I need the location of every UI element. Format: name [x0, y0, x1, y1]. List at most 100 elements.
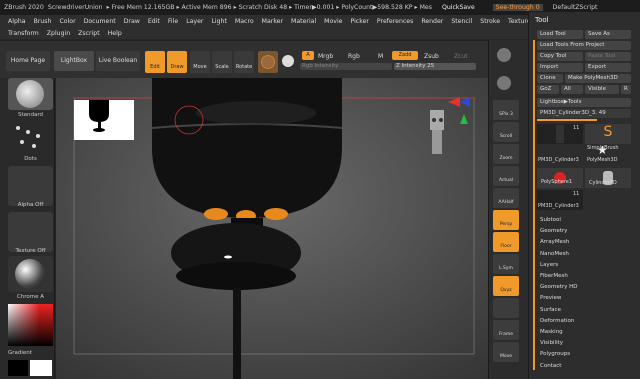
- goz-button[interactable]: GoZ: [537, 85, 559, 94]
- a-button[interactable]: A: [302, 51, 314, 60]
- menu-layer[interactable]: Layer: [186, 18, 203, 25]
- m-button[interactable]: M: [378, 53, 383, 60]
- panel-section-polygroups[interactable]: Polygroups: [540, 351, 570, 357]
- live-boolean-button[interactable]: Live Boolean: [96, 51, 140, 71]
- copy-tool-button[interactable]: Copy Tool: [537, 52, 583, 61]
- menu-alpha[interactable]: Alpha: [8, 18, 26, 25]
- focal-shift-icon[interactable]: [497, 48, 511, 62]
- tool-thumb-2[interactable]: [537, 168, 583, 188]
- all-button[interactable]: All: [561, 85, 583, 94]
- home-page-button[interactable]: Home Page: [6, 51, 50, 71]
- secondary-color-swatch[interactable]: [30, 360, 52, 376]
- menu-preferences[interactable]: Preferences: [377, 18, 413, 25]
- menu-render[interactable]: Render: [421, 18, 443, 25]
- texture-icon[interactable]: [282, 55, 294, 67]
- edit-button[interactable]: Edit: [145, 51, 165, 73]
- rotate-axis-button[interactable]: [493, 298, 519, 318]
- import-button[interactable]: Import: [537, 63, 583, 72]
- lightbox-button[interactable]: LightBox: [54, 51, 94, 71]
- dots-stroke-icon: [16, 126, 40, 148]
- menu-stroke[interactable]: Stroke: [480, 18, 500, 25]
- floor-button[interactable]: Floor: [493, 232, 519, 252]
- move-button[interactable]: Move: [190, 51, 210, 73]
- panel-section-arraymesh[interactable]: ArrayMesh: [540, 239, 569, 245]
- material-swatch[interactable]: [258, 51, 278, 73]
- export-button[interactable]: Export: [585, 63, 631, 72]
- zsub-button[interactable]: Zsub: [424, 53, 439, 60]
- color-picker[interactable]: [8, 304, 53, 346]
- panel-section-contact[interactable]: Contact: [540, 363, 561, 369]
- panel-section-geometry-hd[interactable]: Geometry HD: [540, 284, 578, 290]
- lsym-button[interactable]: L.Sym: [493, 254, 519, 274]
- panel-section-nanomesh[interactable]: NanoMesh: [540, 251, 569, 257]
- persp-button[interactable]: Persp: [493, 210, 519, 230]
- save-as-button[interactable]: Save As: [585, 30, 631, 39]
- viewport-canvas[interactable]: [56, 78, 488, 379]
- zadd-button[interactable]: Zadd: [392, 51, 418, 60]
- default-zscript-button[interactable]: DefaultZScript: [553, 4, 598, 11]
- rgb-button[interactable]: Rgb: [348, 53, 360, 60]
- qxyz-button[interactable]: Qxyz: [493, 276, 519, 296]
- zcut-button[interactable]: Zcut: [454, 53, 468, 60]
- scale-button[interactable]: Scale: [212, 51, 232, 73]
- panel-section-layers[interactable]: Layers: [540, 262, 558, 268]
- menu-picker[interactable]: Picker: [350, 18, 368, 25]
- frame-button[interactable]: Frame: [493, 320, 519, 340]
- paste-tool-button[interactable]: Paste Tool: [585, 52, 631, 61]
- load-from-project-button[interactable]: Load Tools From Project: [537, 41, 631, 50]
- panel-section-subtool[interactable]: Subtool: [540, 217, 561, 223]
- visible-button[interactable]: Visible: [585, 85, 619, 94]
- move-view-button[interactable]: Move: [493, 342, 519, 362]
- menu-material[interactable]: Material: [291, 18, 316, 25]
- menu-draw[interactable]: Draw: [124, 18, 140, 25]
- r-button[interactable]: R: [621, 85, 631, 94]
- spix-button[interactable]: SPix 3: [493, 100, 519, 120]
- menu-document[interactable]: Document: [84, 18, 116, 25]
- actual-button[interactable]: Actual: [493, 166, 519, 186]
- current-tool-slider[interactable]: PM3D_Cylinder3D_3. 49: [537, 109, 631, 118]
- menu-marker[interactable]: Marker: [262, 18, 283, 25]
- rotate-button[interactable]: Rotate: [234, 51, 254, 73]
- draw-button[interactable]: Draw: [167, 51, 187, 73]
- make-polymesh-button[interactable]: Make PolyMesh3D: [565, 74, 631, 83]
- zoom-button[interactable]: Zoom: [493, 144, 519, 164]
- texture-selector[interactable]: [8, 212, 53, 252]
- brush-selector[interactable]: [8, 78, 53, 110]
- menu-help[interactable]: Help: [108, 30, 122, 37]
- panel-section-fibermesh[interactable]: FiberMesh: [540, 273, 568, 279]
- panel-section-visibility[interactable]: Visibility: [540, 340, 563, 346]
- menu-file[interactable]: File: [168, 18, 178, 25]
- menu-zscript[interactable]: Zscript: [78, 30, 99, 37]
- menu-stencil[interactable]: Stencil: [451, 18, 472, 25]
- panel-section-surface[interactable]: Surface: [540, 307, 561, 313]
- panel-scrollbar[interactable]: [533, 40, 535, 370]
- menu-transform[interactable]: Transform: [8, 30, 39, 37]
- z-intensity-slider[interactable]: Z Intensity 25: [394, 63, 476, 70]
- menu-edit[interactable]: Edit: [148, 18, 160, 25]
- menu-brush[interactable]: Brush: [34, 18, 52, 25]
- load-tool-button[interactable]: Load Tool: [537, 30, 583, 39]
- material-selector[interactable]: [8, 256, 53, 292]
- panel-section-deformation[interactable]: Deformation: [540, 318, 574, 324]
- panel-section-masking[interactable]: Masking: [540, 329, 563, 335]
- rgb-intensity-slider[interactable]: Rgb Intensity: [300, 63, 392, 70]
- mrgb-button[interactable]: Mrgb: [318, 53, 333, 60]
- panel-section-geometry[interactable]: Geometry: [540, 228, 567, 234]
- menu-color[interactable]: Color: [59, 18, 75, 25]
- menu-macro[interactable]: Macro: [235, 18, 254, 25]
- see-through-slider[interactable]: See-through 0: [492, 4, 543, 11]
- alpha-selector[interactable]: [8, 166, 53, 206]
- main-color-swatch[interactable]: [8, 360, 28, 376]
- scroll-button[interactable]: Scroll: [493, 122, 519, 142]
- tool-thumb-1[interactable]: S: [585, 124, 631, 144]
- panel-section-preview[interactable]: Preview: [540, 295, 561, 301]
- menu-movie[interactable]: Movie: [324, 18, 342, 25]
- stroke-selector[interactable]: [8, 122, 53, 154]
- menu-zplugin[interactable]: Zplugin: [47, 30, 70, 37]
- menu-light[interactable]: Light: [211, 18, 226, 25]
- draw-size-icon[interactable]: [497, 76, 511, 90]
- aahalf-button[interactable]: AAHalf: [493, 188, 519, 208]
- quicksave-button[interactable]: QuickSave: [442, 4, 475, 11]
- lightbox-tools-button[interactable]: Lightbox▶Tools: [537, 98, 631, 107]
- clone-button[interactable]: Clone: [537, 74, 563, 83]
